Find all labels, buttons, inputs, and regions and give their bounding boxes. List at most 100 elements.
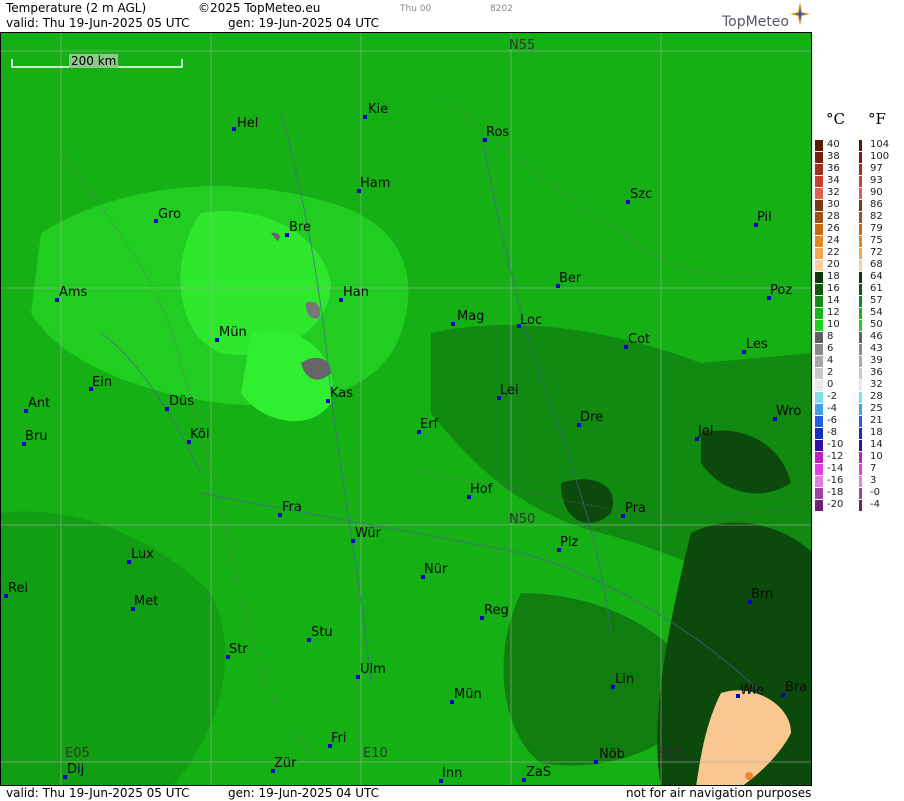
city-marker[interactable]: Mag: [451, 309, 485, 326]
city-label: Cot: [628, 332, 651, 347]
city-marker[interactable]: Wro: [773, 405, 801, 421]
legend-fahrenheit-label: 7: [870, 463, 877, 474]
temperature-map[interactable]: 200 km N55 N50 E05 E10 E15 Hel Kie Ros H…: [0, 32, 812, 786]
legend-celsius-label: 6: [827, 343, 834, 354]
legend-color-swatch: [815, 140, 823, 151]
city-marker[interactable]: Köl: [187, 428, 209, 444]
city-marker[interactable]: Poz: [767, 284, 792, 300]
temperature-legend: °C °F 40 104 38 100 36 97 34 93 32 90 30 86 28 82 26 79…: [812, 32, 904, 801]
city-dot: [165, 407, 169, 411]
city-marker[interactable]: Bre: [285, 221, 311, 237]
city-marker[interactable]: Kas: [326, 387, 353, 403]
city-marker[interactable]: Pil: [754, 211, 772, 227]
city-marker[interactable]: Reg: [480, 603, 509, 620]
city-marker[interactable]: Szc: [626, 188, 652, 204]
city-marker[interactable]: ZaS: [522, 766, 551, 782]
city-marker[interactable]: Stu: [307, 626, 333, 642]
legend-color-swatch: [859, 356, 862, 367]
legend-color-swatch: [815, 392, 823, 403]
city-dot: [483, 138, 487, 142]
city-marker[interactable]: Mün: [215, 326, 247, 342]
city-marker[interactable]: Erf: [417, 418, 438, 434]
city-marker[interactable]: Pra: [621, 501, 646, 518]
city-marker[interactable]: Ant: [24, 397, 50, 413]
legend-color-swatch: [815, 212, 823, 223]
city-label: Mag: [457, 309, 485, 324]
city-marker[interactable]: Ulm: [356, 663, 386, 679]
city-marker[interactable]: Rei: [4, 582, 28, 598]
legend-celsius-label: -18: [827, 487, 844, 498]
city-marker[interactable]: Düs: [165, 395, 194, 411]
city-marker[interactable]: Lei: [497, 384, 519, 400]
city-marker[interactable]: Kie: [363, 103, 388, 119]
city-marker[interactable]: Nür: [421, 563, 447, 579]
city-marker[interactable]: Hel: [232, 117, 258, 131]
legend-celsius-label: 38: [827, 151, 840, 162]
footer-bar: valid: Thu 19-Jun-2025 05 UTC gen: 19-Ju…: [0, 786, 814, 801]
city-marker[interactable]: Ham: [357, 177, 390, 193]
city-marker[interactable]: Lux: [127, 548, 154, 564]
city-marker[interactable]: Dre: [577, 411, 603, 427]
city-marker[interactable]: Zür: [271, 757, 297, 773]
city-marker[interactable]: Met: [131, 595, 158, 611]
city-marker[interactable]: Inn: [439, 767, 462, 783]
city-marker[interactable]: Ams: [55, 286, 87, 302]
city-marker[interactable]: Bru: [22, 430, 48, 446]
city-dot: [467, 495, 471, 499]
city-marker[interactable]: Mün: [450, 688, 482, 704]
legend-color-swatch: [859, 188, 862, 199]
city-marker[interactable]: Han: [339, 286, 369, 302]
city-marker[interactable]: Brn: [748, 587, 774, 604]
legend-celsius-label: 16: [827, 283, 840, 294]
city-marker[interactable]: Ber: [556, 272, 581, 288]
city-dot: [187, 440, 191, 444]
city-marker[interactable]: Ein: [89, 376, 112, 391]
legend-color-swatch: [859, 464, 862, 475]
city-label: Lin: [615, 672, 635, 687]
legend-color-swatch: [859, 200, 862, 211]
city-marker[interactable]: Wür: [351, 526, 381, 543]
city-dot: [611, 685, 615, 689]
city-marker[interactable]: Wie: [736, 684, 764, 698]
city-marker[interactable]: Dij: [63, 763, 84, 779]
topmeteo-logo[interactable]: TopMeteo: [722, 14, 789, 30]
city-marker[interactable]: Str: [226, 642, 248, 659]
city-label: Pra: [625, 501, 646, 516]
city-label: Wür: [355, 526, 381, 541]
city-dot: [285, 233, 289, 237]
city-marker[interactable]: Fri: [328, 732, 347, 748]
city-marker[interactable]: Gro: [154, 208, 181, 223]
city-marker[interactable]: Fra: [278, 501, 302, 517]
legend-celsius-label: 32: [827, 187, 840, 198]
legend-color-swatch: [859, 152, 862, 163]
map-field: [1, 33, 811, 785]
city-marker[interactable]: Ros: [483, 126, 509, 142]
city-marker[interactable]: Loc: [517, 314, 542, 328]
legend-fahrenheit-label: 93: [870, 175, 883, 186]
legend-unit-fahrenheit: °F: [868, 110, 886, 128]
city-marker[interactable]: Jel: [695, 425, 713, 441]
city-marker[interactable]: Nöb: [594, 748, 625, 764]
legend-color-swatch: [815, 152, 823, 163]
legend-unit-celsius: °C: [826, 110, 845, 128]
city-marker[interactable]: Lin: [611, 672, 635, 689]
legend-fahrenheit-label: 21: [870, 415, 883, 426]
scale-label: 200 km: [69, 54, 119, 68]
city-label: Reg: [484, 603, 509, 618]
legend-color-swatch: [859, 416, 862, 427]
scale-bar: 200 km: [11, 54, 183, 69]
city-marker[interactable]: Hof: [467, 483, 492, 499]
city-marker[interactable]: Les: [742, 338, 768, 354]
city-marker[interactable]: Bra: [781, 681, 807, 697]
legend-color-swatch: [815, 476, 823, 487]
city-label: Str: [229, 642, 248, 657]
legend-color-swatch: [859, 392, 862, 403]
legend-celsius-label: -6: [827, 415, 837, 426]
city-label: Brn: [751, 587, 774, 602]
generated-time: gen: 19-Jun-2025 04 UTC: [228, 16, 380, 30]
city-marker[interactable]: Cot: [624, 332, 651, 349]
legend-color-swatch: [859, 500, 862, 511]
legend-fahrenheit-label: 50: [870, 319, 883, 330]
city-marker[interactable]: Plz: [557, 536, 578, 552]
city-dot: [439, 779, 443, 783]
